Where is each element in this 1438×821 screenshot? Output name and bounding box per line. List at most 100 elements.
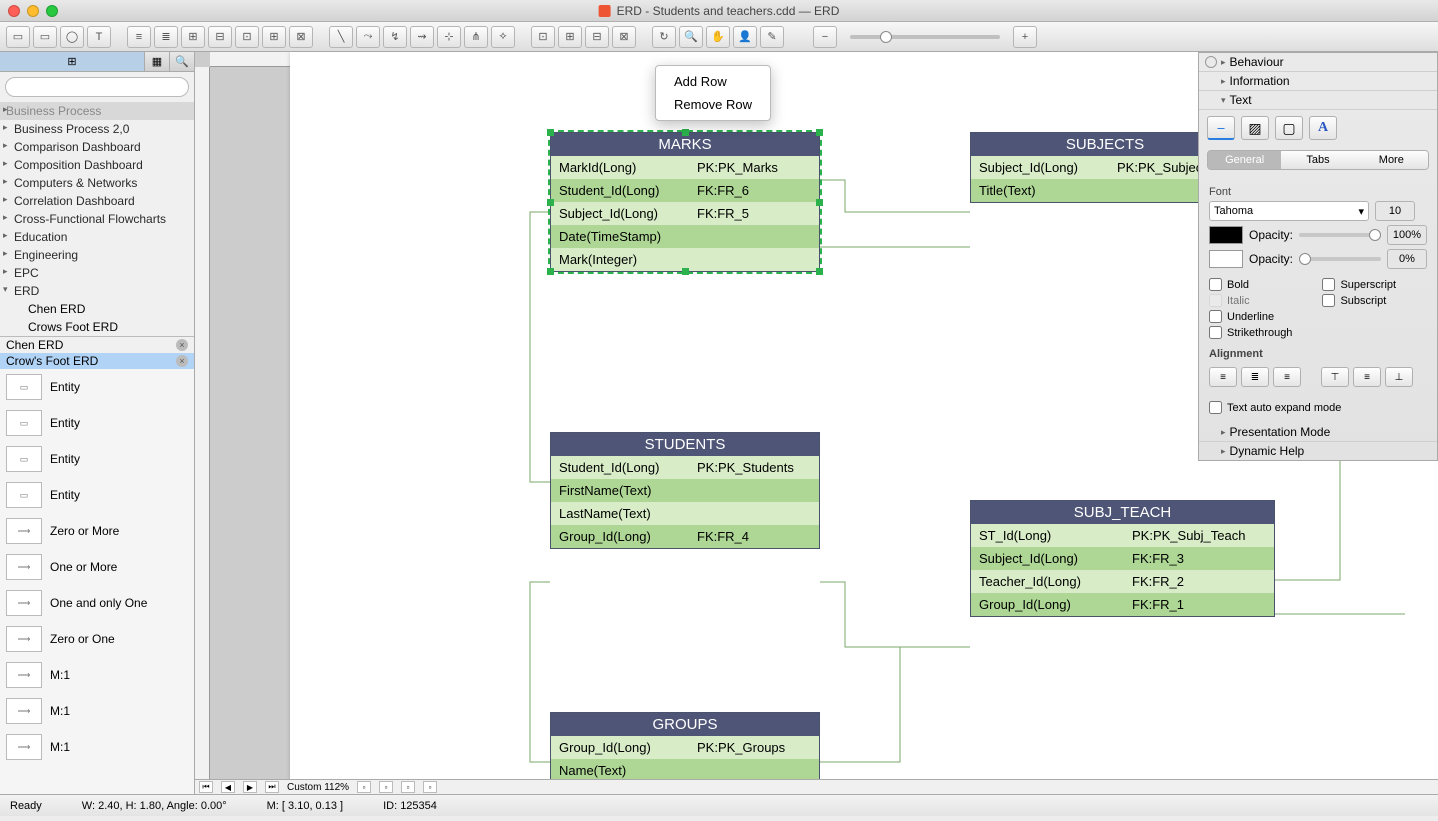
tree-item[interactable]: Composition Dashboard (0, 156, 194, 174)
group-tool-1[interactable]: ⊡ (531, 26, 555, 48)
section-text[interactable]: ▾Text (1199, 91, 1437, 110)
library-search-input[interactable] (5, 77, 189, 97)
stencil-item[interactable]: ▭Entity (0, 441, 194, 477)
resize-handle[interactable] (816, 268, 823, 275)
tree-item[interactable]: Cross-Functional Flowcharts (0, 210, 194, 228)
stencil-item[interactable]: ▭Entity (0, 477, 194, 513)
search-tab[interactable]: 🔍 (170, 52, 195, 71)
minimize-window-button[interactable] (27, 5, 39, 17)
stencil-item[interactable]: ⟶M:1 (0, 693, 194, 729)
text-underline-tool[interactable]: ⎯ (1207, 116, 1235, 140)
text-tool[interactable]: T (87, 26, 111, 48)
group-tool-2[interactable]: ⊞ (558, 26, 582, 48)
underline-checkbox[interactable]: Underline (1209, 310, 1292, 323)
tree-item[interactable]: Correlation Dashboard (0, 192, 194, 210)
italic-checkbox[interactable]: Italic (1209, 294, 1292, 307)
align-tool-7[interactable]: ⊠ (289, 26, 313, 48)
text-color-swatch[interactable] (1209, 226, 1243, 244)
font-size-field[interactable]: 10 (1375, 201, 1415, 221)
resize-handle[interactable] (682, 129, 689, 136)
resize-handle[interactable] (682, 268, 689, 275)
stencil-item[interactable]: ▭Entity (0, 405, 194, 441)
stencil-item[interactable]: ⟶M:1 (0, 657, 194, 693)
close-window-button[interactable] (8, 5, 20, 17)
line-tool-1[interactable]: ╲ (329, 26, 353, 48)
tree-item[interactable]: Engineering (0, 246, 194, 264)
page-thumb[interactable]: ▫ (357, 781, 371, 793)
align-left[interactable]: ≡ (1209, 367, 1237, 387)
section-presentation[interactable]: ▸Presentation Mode (1199, 423, 1437, 442)
magnify-tool[interactable]: 🔍 (679, 26, 703, 48)
line-tool-7[interactable]: ⟡ (491, 26, 515, 48)
bold-checkbox[interactable]: Bold (1209, 278, 1292, 291)
resize-handle[interactable] (816, 129, 823, 136)
text-bg-tool[interactable]: ▢ (1275, 116, 1303, 140)
line-tool-4[interactable]: ⇝ (410, 26, 434, 48)
resize-handle[interactable] (547, 199, 554, 206)
tree-item[interactable]: Business Process (0, 102, 194, 120)
page-last[interactable]: ⏭ (265, 781, 279, 793)
open-doc[interactable]: Crow's Foot ERD × (0, 353, 194, 369)
close-icon[interactable]: × (176, 355, 188, 367)
group-tool-4[interactable]: ⊠ (612, 26, 636, 48)
bg-color-swatch[interactable] (1209, 250, 1243, 268)
entity-students[interactable]: STUDENTS Student_Id(Long)PK:PK_Students … (550, 432, 820, 549)
tree-item[interactable]: Business Process 2,0 (0, 120, 194, 138)
tab-tabs[interactable]: Tabs (1281, 151, 1354, 169)
library-tab[interactable]: ⊞ (0, 52, 145, 71)
align-tool-3[interactable]: ⊞ (181, 26, 205, 48)
refresh-tool[interactable]: ↻ (652, 26, 676, 48)
stencil-item[interactable]: ⟶M:1 (0, 729, 194, 765)
entity-subj-teach[interactable]: SUBJ_TEACH ST_Id(Long)PK:PK_Subj_Teach S… (970, 500, 1275, 617)
grid-view-tab[interactable]: ▦ (145, 52, 170, 71)
section-help[interactable]: ▸Dynamic Help (1199, 442, 1437, 460)
tree-subitem[interactable]: Chen ERD (0, 300, 194, 318)
open-doc[interactable]: Chen ERD × (0, 337, 194, 353)
line-tool-2[interactable]: ⤳ (356, 26, 380, 48)
align-tool-4[interactable]: ⊟ (208, 26, 232, 48)
group-tool-3[interactable]: ⊟ (585, 26, 609, 48)
valign-top[interactable]: ⊤ (1321, 367, 1349, 387)
tree-item[interactable]: EPC (0, 264, 194, 282)
tab-general[interactable]: General (1208, 151, 1281, 169)
stencil-item[interactable]: ⟶Zero or One (0, 621, 194, 657)
close-icon[interactable]: × (176, 339, 188, 351)
resize-handle[interactable] (547, 129, 554, 136)
tree-subitem[interactable]: Crows Foot ERD (0, 318, 194, 336)
menu-item-add-row[interactable]: Add Row (656, 70, 770, 93)
page-thumb[interactable]: ▫ (423, 781, 437, 793)
valign-mid[interactable]: ≡ (1353, 367, 1381, 387)
tab-more[interactable]: More (1355, 151, 1428, 169)
resize-handle[interactable] (816, 199, 823, 206)
auto-expand-checkbox[interactable]: Text auto expand mode (1209, 401, 1427, 414)
section-information[interactable]: ▸Information (1199, 72, 1437, 91)
align-center[interactable]: ≣ (1241, 367, 1269, 387)
stencil-item[interactable]: ▭Entity (0, 369, 194, 405)
user-tool[interactable]: 👤 (733, 26, 757, 48)
align-right[interactable]: ≡ (1273, 367, 1301, 387)
opacity-value-2[interactable]: 0% (1387, 249, 1427, 269)
stencil-item[interactable]: ⟶One or More (0, 549, 194, 585)
page-thumb[interactable]: ▫ (401, 781, 415, 793)
zoom-out[interactable]: − (813, 26, 837, 48)
opacity-value-1[interactable]: 100% (1387, 225, 1427, 245)
ellipse-tool[interactable]: ◯ (60, 26, 84, 48)
page-first[interactable]: ⏮ (199, 781, 213, 793)
line-tool-6[interactable]: ⋔ (464, 26, 488, 48)
opacity-slider-1[interactable] (1299, 233, 1381, 237)
section-behaviour[interactable]: ▸Behaviour (1199, 53, 1437, 72)
resize-handle[interactable] (547, 268, 554, 275)
canvas[interactable]: MARKS MarkId(Long)PK:PK_Marks Student_Id… (195, 52, 1438, 794)
tree-item-erd[interactable]: ERD (0, 282, 194, 300)
strike-checkbox[interactable]: Strikethrough (1209, 326, 1292, 339)
text-highlight-tool[interactable]: ▨ (1241, 116, 1269, 140)
zoom-slider[interactable] (850, 35, 1000, 39)
line-tool-5[interactable]: ⊹ (437, 26, 461, 48)
line-tool-3[interactable]: ↯ (383, 26, 407, 48)
page-next[interactable]: ▶ (243, 781, 257, 793)
page-prev[interactable]: ◀ (221, 781, 235, 793)
font-family-select[interactable]: Tahoma▾ (1209, 201, 1369, 221)
subscript-checkbox[interactable]: Subscript (1322, 294, 1396, 307)
align-tool-1[interactable]: ≡ (127, 26, 151, 48)
pointer-tool[interactable]: ▭ (6, 26, 30, 48)
